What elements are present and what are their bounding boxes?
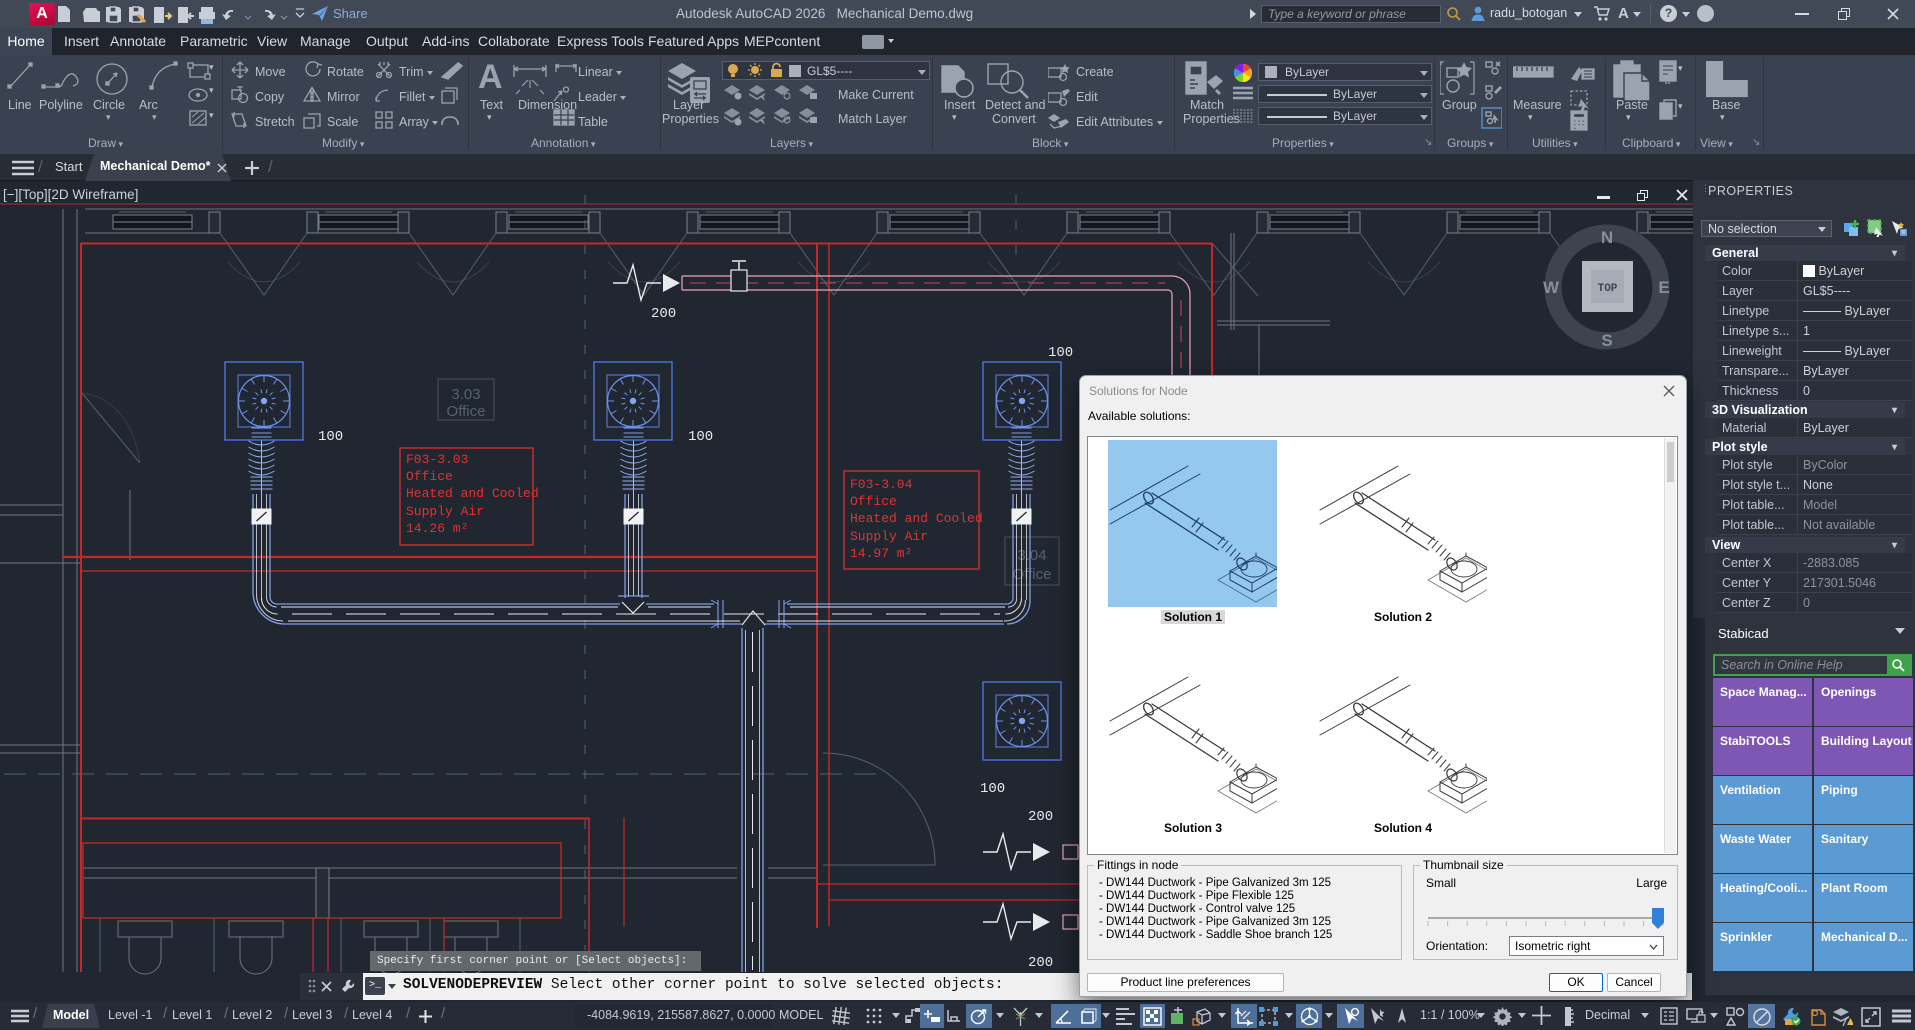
svg-text:100: 100 (318, 429, 343, 445)
svg-text:200: 200 (1028, 809, 1053, 825)
svg-text:F03-3.03: F03-3.03 (406, 452, 468, 467)
svg-text:F03-3.04: F03-3.04 (850, 477, 913, 492)
svg-text:Heated and Cooled: Heated and Cooled (406, 486, 539, 501)
svg-text:14.97 m²: 14.97 m² (850, 546, 912, 561)
svg-text:100: 100 (980, 781, 1005, 797)
svg-text:100: 100 (1048, 345, 1073, 361)
svg-text:W: W (1543, 278, 1560, 297)
svg-text:Heated and Cooled: Heated and Cooled (850, 511, 983, 526)
svg-text:Office: Office (850, 494, 897, 509)
svg-text:Supply Air: Supply Air (850, 529, 928, 544)
svg-text:Office: Office (1013, 566, 1052, 583)
svg-text:Office: Office (447, 403, 486, 420)
svg-text:E: E (1658, 278, 1669, 297)
svg-text:200: 200 (1028, 955, 1053, 971)
svg-text:3.03: 3.03 (451, 386, 480, 403)
svg-text:N: N (1601, 228, 1613, 247)
svg-text:S: S (1601, 331, 1612, 350)
svg-text:200: 200 (651, 306, 676, 322)
svg-text:Supply Air: Supply Air (406, 504, 484, 519)
svg-text:Office: Office (406, 469, 453, 484)
svg-text:14.26 m²: 14.26 m² (406, 521, 468, 536)
svg-text:TOP: TOP (1598, 283, 1618, 295)
svg-text:100: 100 (688, 429, 713, 445)
